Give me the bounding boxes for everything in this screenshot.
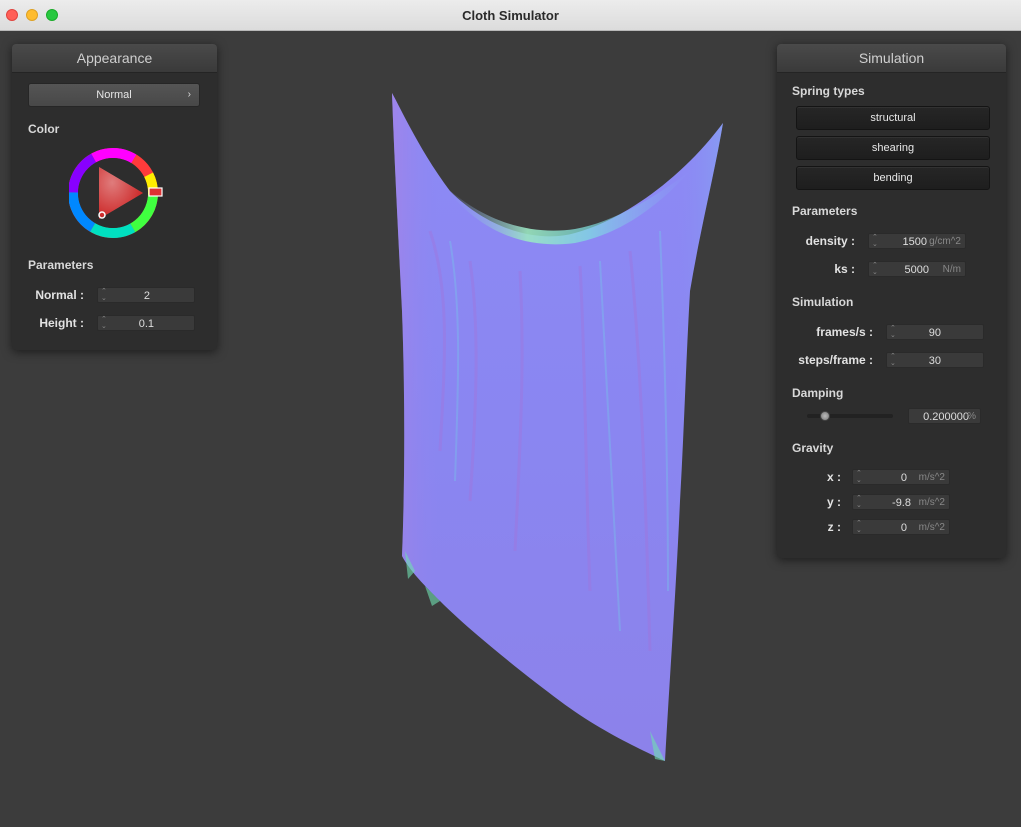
- damping-value: 0.200000: [923, 411, 969, 423]
- gravity-z-label: z :: [827, 520, 841, 534]
- gravity-y-input[interactable]: ⌃ ⌄ -9.8 m/s^2: [852, 494, 950, 510]
- normal-label: Normal :: [35, 288, 84, 302]
- gravity-x-input[interactable]: ⌃ ⌄ 0 m/s^2: [852, 469, 950, 485]
- appearance-panel: Appearance Normal › Color Parameters Nor…: [12, 44, 217, 350]
- shearing-toggle[interactable]: shearing: [796, 136, 990, 160]
- simulation-panel-title: Simulation: [777, 44, 1006, 73]
- fps-input[interactable]: ⌃ ⌄ 90: [886, 324, 984, 340]
- gravity-y-label: y :: [826, 495, 841, 509]
- gravity-z-input[interactable]: ⌃ ⌄ 0 m/s^2: [852, 519, 950, 535]
- steps-value: 30: [928, 355, 941, 367]
- normal-input[interactable]: ⌃ ⌄ 2: [97, 287, 195, 303]
- height-input[interactable]: ⌃ ⌄ 0.1: [97, 315, 195, 331]
- height-value: 0.1: [138, 318, 154, 330]
- bending-toggle[interactable]: bending: [796, 166, 990, 190]
- fps-label: frames/s :: [816, 325, 873, 339]
- spring-types-label: Spring types: [792, 84, 865, 98]
- gravity-label: Gravity: [792, 441, 834, 455]
- gravity-x-unit: m/s^2: [918, 472, 945, 483]
- steps-label: steps/frame :: [798, 353, 873, 367]
- ks-input[interactable]: ⌃ ⌄ 5000 N/m: [868, 261, 966, 277]
- damping-unit: %: [967, 411, 976, 422]
- shader-dropdown[interactable]: Normal ›: [28, 83, 200, 107]
- damping-input[interactable]: 0.200000 %: [908, 408, 981, 424]
- gravity-y-unit: m/s^2: [918, 497, 945, 508]
- steps-input[interactable]: ⌃ ⌄ 30: [886, 352, 984, 368]
- gravity-x-label: x :: [826, 470, 841, 484]
- fps-value: 90: [928, 327, 941, 339]
- density-unit: g/cm^2: [929, 236, 961, 247]
- height-label: Height :: [39, 316, 84, 330]
- ks-label: ks :: [834, 262, 855, 276]
- shader-dropdown-label: Normal: [96, 89, 132, 101]
- gravity-z-unit: m/s^2: [918, 522, 945, 533]
- simulation-panel: Simulation Spring types structural shear…: [777, 44, 1006, 558]
- ks-value: 5000: [904, 264, 929, 276]
- window-titlebar: Cloth Simulator: [0, 0, 1021, 31]
- gravity-y-value: -9.8: [892, 497, 911, 509]
- density-label: density :: [805, 234, 855, 248]
- ks-unit: N/m: [942, 264, 961, 275]
- structural-toggle[interactable]: structural: [796, 106, 990, 130]
- window-title: Cloth Simulator: [462, 8, 559, 23]
- damping-label: Damping: [792, 386, 844, 400]
- appearance-parameters-label: Parameters: [28, 258, 94, 272]
- gravity-z-value: 0: [900, 522, 907, 534]
- sim-parameters-label: Parameters: [792, 204, 858, 218]
- damping-slider-knob[interactable]: [820, 411, 831, 421]
- density-value: 1500: [902, 236, 927, 248]
- density-input[interactable]: ⌃ ⌄ 1500 g/cm^2: [868, 233, 966, 249]
- normal-value: 2: [143, 290, 150, 302]
- simulation-section-label: Simulation: [792, 295, 854, 309]
- color-section-label: Color: [28, 122, 60, 136]
- appearance-panel-title: Appearance: [12, 44, 217, 73]
- gravity-x-value: 0: [900, 472, 907, 484]
- chevron-right-icon: ›: [187, 89, 191, 100]
- color-wheel-icon[interactable]: [69, 145, 167, 243]
